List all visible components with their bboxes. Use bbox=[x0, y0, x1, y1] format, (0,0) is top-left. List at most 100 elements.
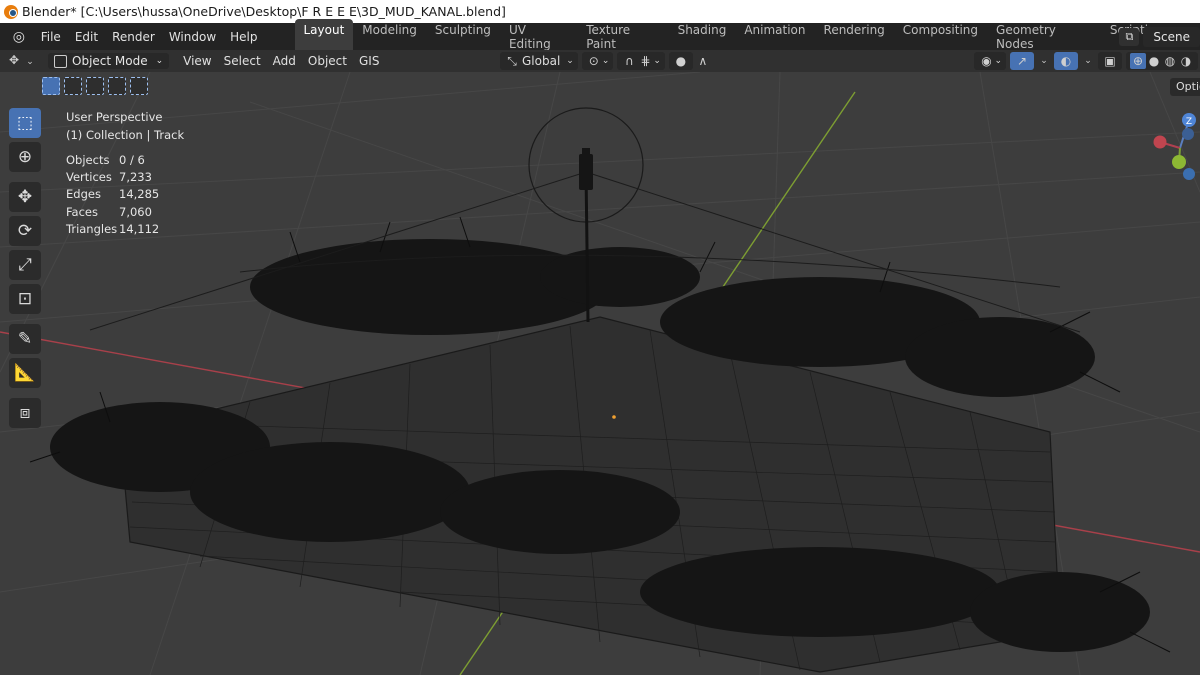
wireframe-shading-icon[interactable]: ⊕ bbox=[1130, 53, 1146, 69]
material-shading-icon[interactable]: ◍ bbox=[1162, 53, 1178, 69]
chevron-down-icon: ⌄ bbox=[653, 56, 661, 66]
tool-shelf: ⬚ ⊕ ✥ ⟳ ⤢ ⊡ ✎ 📐 ⧈ bbox=[9, 108, 45, 432]
rotate-icon[interactable]: ⟳ bbox=[9, 216, 41, 246]
menu-window[interactable]: Window bbox=[162, 30, 223, 44]
orientation-selector[interactable]: ⤡ Global ⌄ bbox=[500, 52, 578, 70]
overlay-toggle[interactable]: ◐ bbox=[1054, 52, 1078, 70]
top-menubar: ◎ File Edit Render Window Help Layout Mo… bbox=[0, 18, 1200, 55]
select-intersect-icon[interactable] bbox=[130, 77, 148, 95]
proportional-edit-toggle[interactable]: ● bbox=[668, 52, 693, 70]
chevron-down-icon: ⌄ bbox=[155, 56, 164, 66]
window-title: Blender* [C:\Users\hussa\OneDrive\Deskto… bbox=[22, 4, 506, 19]
gizmo-icon: ↗ bbox=[1016, 54, 1028, 68]
menu-view[interactable]: View bbox=[177, 54, 217, 68]
view-name: User Perspective bbox=[66, 110, 163, 124]
selection-mode-buttons bbox=[42, 77, 152, 95]
snap-toggle[interactable]: ∩ ⋕ ⌄ bbox=[617, 52, 665, 70]
stat-row: Edges 14,285 bbox=[66, 186, 159, 203]
stat-value: 7,233 bbox=[119, 170, 152, 185]
menu-gis[interactable]: GIS bbox=[353, 54, 385, 68]
stat-label: Faces bbox=[66, 204, 98, 219]
mode-selector[interactable]: Object Mode ⌄ bbox=[48, 53, 170, 69]
scale-icon[interactable]: ⤢ bbox=[9, 250, 41, 280]
stat-row: Faces 7,060 bbox=[66, 204, 159, 221]
chevron-down-icon[interactable]: ⌄ bbox=[1080, 53, 1096, 69]
object-mode-icon bbox=[54, 54, 67, 68]
eye-icon: ◉ bbox=[981, 54, 992, 68]
gizmo-x-axis-icon bbox=[1153, 135, 1167, 149]
xray-toggle[interactable]: ▣ bbox=[1098, 52, 1122, 70]
options-tab[interactable]: Optio bbox=[1170, 78, 1200, 96]
viewport-display-controls: ◉ ⌄ ↗ ⌄ ◐ ⌄ ▣ ⊕ ● ◍ ◑ bbox=[972, 50, 1200, 72]
collection-info: (1) Collection | Track bbox=[66, 128, 185, 142]
scene-selector-wrap: ⧉ Scene bbox=[1119, 23, 1200, 50]
overlay-icon: ◐ bbox=[1060, 54, 1072, 68]
orientation-icon: ⤡ bbox=[507, 54, 517, 68]
gizmo-z-label: Z bbox=[1186, 117, 1192, 127]
stat-value: 0 / 6 bbox=[119, 153, 145, 167]
stat-row: Vertices 7,233 bbox=[66, 169, 159, 186]
viewport-3d[interactable] bbox=[0, 72, 1200, 675]
menu-render[interactable]: Render bbox=[105, 30, 162, 44]
orientation-label: Global bbox=[522, 54, 561, 68]
pivot-selector[interactable]: ⊙ ⌄ bbox=[581, 52, 614, 70]
menu-edit[interactable]: Edit bbox=[68, 30, 105, 44]
transform-icon[interactable]: ⊡ bbox=[9, 284, 41, 314]
blender-logo-icon bbox=[4, 4, 18, 19]
gizmo-axes: Z bbox=[1153, 113, 1196, 180]
rendered-shading-icon[interactable]: ◑ bbox=[1178, 53, 1194, 69]
blender-menu-icon[interactable]: ◎ bbox=[10, 29, 28, 45]
scene-selector[interactable]: Scene bbox=[1143, 26, 1200, 47]
snap-magnet-icon: ∩ bbox=[624, 54, 634, 68]
stat-value: 7,060 bbox=[119, 204, 152, 219]
editor-type-button[interactable]: ✥ ⌄ bbox=[0, 52, 44, 70]
chevron-down-icon: ⌄ bbox=[26, 57, 34, 67]
scene-statistics: Objects 0 / 6 Vertices 7,233 Edges 14,285 F… bbox=[66, 152, 159, 238]
annotate-icon[interactable]: ✎ bbox=[9, 324, 41, 354]
gizmo-toggle[interactable]: ↗ bbox=[1010, 52, 1034, 70]
scene-icon[interactable]: ⧉ bbox=[1119, 27, 1140, 46]
move-icon[interactable]: ✥ bbox=[9, 182, 41, 212]
viewport-header: ✥ ⌄ Object Mode ⌄ View Select Add Object … bbox=[0, 50, 1200, 72]
snap-grid-icon: ⋕ bbox=[640, 54, 651, 68]
falloff-curve-icon[interactable]: ∧ bbox=[695, 53, 711, 69]
stat-label: Edges bbox=[66, 187, 101, 202]
viewport-info: User Perspective (1) Collection | Track bbox=[66, 108, 184, 144]
solid-shading-icon[interactable]: ● bbox=[1146, 53, 1162, 69]
chevron-down-icon[interactable]: ⌄ bbox=[1036, 53, 1052, 69]
stat-label: Objects bbox=[66, 153, 110, 167]
select-invert-icon[interactable] bbox=[108, 77, 126, 95]
stat-value: 14,112 bbox=[119, 221, 160, 236]
object-origin-dot bbox=[612, 415, 616, 419]
gizmo-y-axis-icon bbox=[1172, 155, 1186, 169]
menu-object[interactable]: Object bbox=[302, 54, 353, 68]
navigation-gizmo[interactable]: Z bbox=[1148, 108, 1200, 188]
select-extend-icon[interactable] bbox=[64, 77, 82, 95]
chevron-down-icon: ⌄ bbox=[566, 56, 574, 66]
stat-value: 14,285 bbox=[119, 187, 160, 202]
menu-select[interactable]: Select bbox=[218, 54, 267, 68]
shading-mode-group: ⊕ ● ◍ ◑ bbox=[1126, 52, 1198, 70]
move-axes-icon: ✥ bbox=[8, 53, 20, 67]
stat-row: Objects 0 / 6 bbox=[66, 152, 159, 169]
select-subtract-icon[interactable] bbox=[86, 77, 104, 95]
select-new-icon[interactable] bbox=[42, 77, 60, 95]
proportional-edit-icon: ● bbox=[675, 54, 687, 68]
add-cube-icon[interactable]: ⧈ bbox=[9, 398, 41, 428]
select-box-icon[interactable]: ⬚ bbox=[9, 108, 41, 138]
pivot-icon: ⊙ bbox=[588, 54, 599, 68]
chevron-down-icon: ⌄ bbox=[994, 56, 1002, 66]
menu-add[interactable]: Add bbox=[267, 54, 302, 68]
menu-help[interactable]: Help bbox=[223, 30, 264, 44]
stat-label: Triangles bbox=[66, 221, 118, 236]
menu-file[interactable]: File bbox=[34, 30, 68, 44]
mode-label: Object Mode bbox=[72, 54, 148, 68]
visibility-selector[interactable]: ◉ ⌄ bbox=[974, 52, 1006, 70]
xray-icon: ▣ bbox=[1104, 54, 1116, 68]
measure-icon[interactable]: 📐 bbox=[9, 358, 41, 388]
stat-row: Triangles 14,112 bbox=[66, 221, 159, 238]
transform-controls: ⤡ Global ⌄ ⊙ ⌄ ∩ ⋕ ⌄ ● ∧ bbox=[498, 50, 711, 72]
chevron-down-icon: ⌄ bbox=[601, 56, 610, 66]
cursor-icon[interactable]: ⊕ bbox=[9, 142, 41, 172]
stat-label: Vertices bbox=[66, 170, 112, 185]
